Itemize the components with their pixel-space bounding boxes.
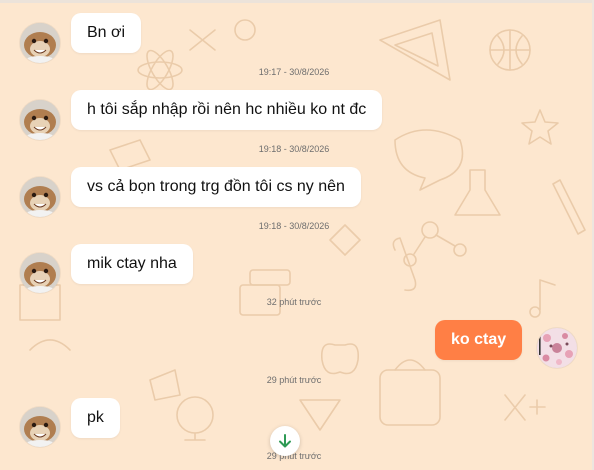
message-bubble-received[interactable]: h tôi sắp nhập rồi nên hc nhiều ko nt đc [71,90,383,130]
floral-avatar-icon [537,328,577,368]
contact-avatar[interactable] [20,23,60,63]
contact-avatar[interactable] [20,100,60,140]
message-timestamp: 32 phút trước [266,297,322,307]
own-avatar[interactable] [537,328,577,368]
contact-avatar[interactable] [20,253,60,293]
hamster-avatar-icon [20,177,60,217]
message-bubble-received[interactable]: pk [71,398,120,438]
message-bubble-received[interactable]: mik ctay nha [71,244,193,284]
arrow-down-icon [279,434,291,448]
message-timestamp: 29 phút trước [266,375,322,385]
contact-avatar[interactable] [20,407,60,447]
message-bubble-received[interactable]: vs cả bọn trong trg đồn tôi cs ny nên [71,167,361,207]
hamster-avatar-icon [20,100,60,140]
message-text: ko ctay [451,331,507,348]
contact-avatar[interactable] [20,177,60,217]
message-timestamp: 19:18 - 30/8/2026 [258,144,330,154]
message-bubble-sent[interactable]: ko ctay [435,320,523,360]
message-timestamp: 19:17 - 30/8/2026 [258,67,330,77]
scroll-to-bottom-button[interactable] [270,426,300,456]
top-divider [0,0,594,3]
message-text: h tôi sắp nhập rồi nên hc nhiều ko nt đc [87,101,367,118]
hamster-avatar-icon [20,253,60,293]
message-text: pk [87,409,104,426]
message-text: vs cả bọn trong trg đồn tôi cs ny nên [87,178,345,195]
hamster-avatar-icon [20,23,60,63]
hamster-avatar-icon [20,407,60,447]
message-bubble-received[interactable]: Bn ơi [71,13,142,53]
message-text: Bn ơi [87,24,126,41]
message-timestamp: 19:18 - 30/8/2026 [258,221,330,231]
message-text: mik ctay nha [87,255,177,272]
